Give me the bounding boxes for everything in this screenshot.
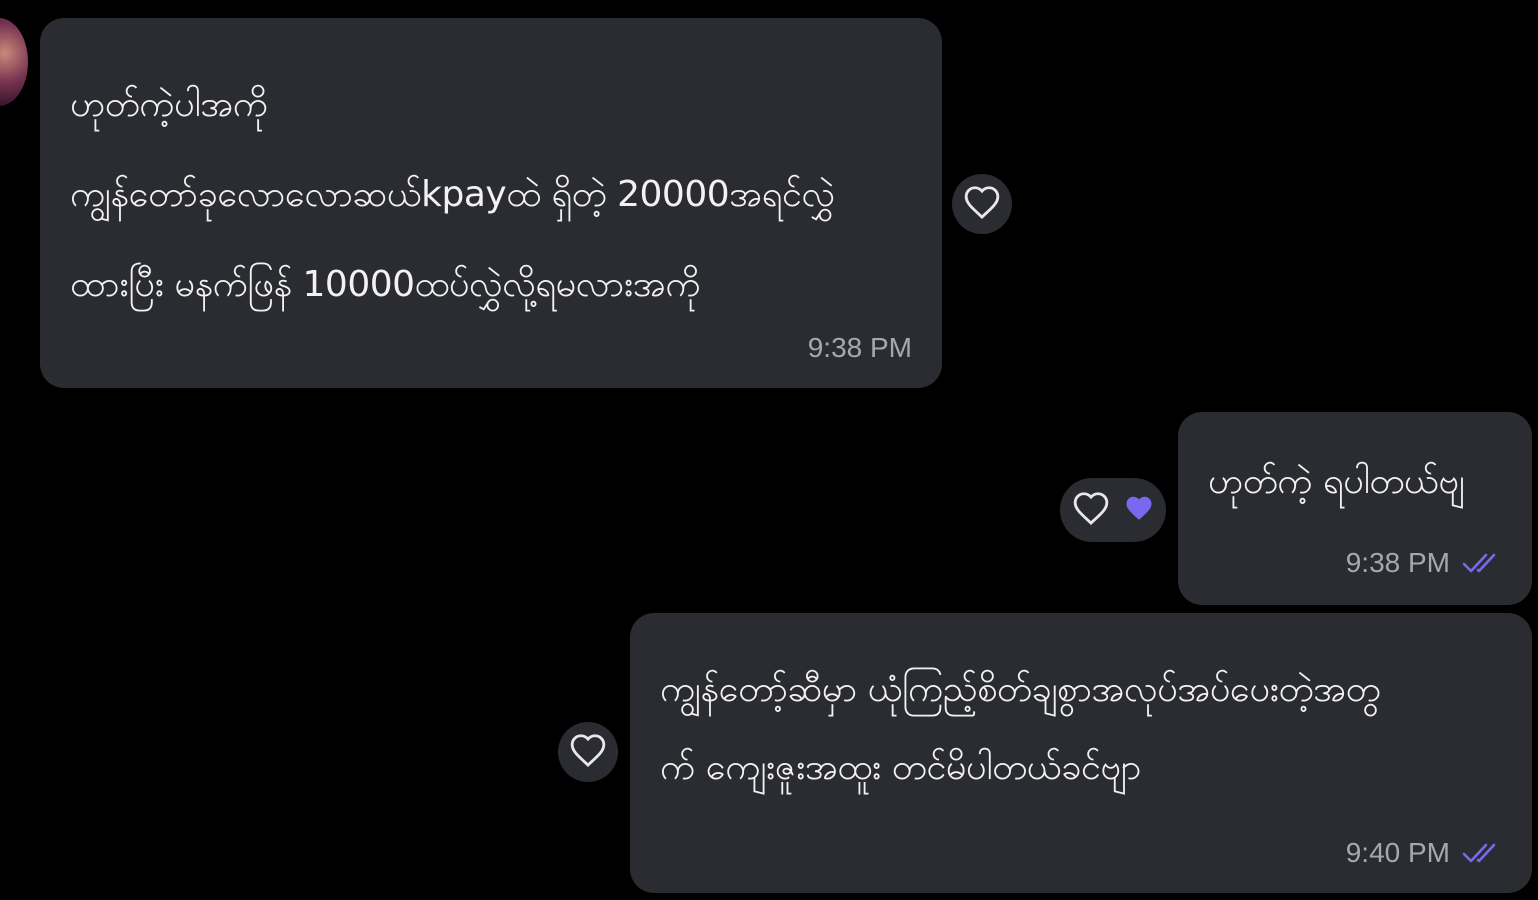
outgoing-message-bubble[interactable]: ကျွန်တော့်ဆီမှာ ယုံကြည့်စိတ်ချစွာအလုပ်အပ… — [630, 613, 1532, 893]
outgoing-message-bubble[interactable]: ဟုတ်ကဲ့ ရပါတယ်ဗျ 9:38 PM — [1178, 412, 1532, 605]
heart-outline-icon — [963, 184, 1001, 224]
message-text-line: ဟုတ်ကဲ့ ရပါတယ်ဗျ — [1208, 461, 1465, 502]
message-meta: 9:38 PM — [808, 332, 912, 364]
heart-filled-icon[interactable] — [1124, 494, 1154, 526]
reaction-pill[interactable] — [1060, 478, 1166, 542]
chat-view: ဟုတ်ကဲ့ပါအကို ကျွန်တော်ခုလောလောဆယ်kpayထဲ… — [0, 0, 1538, 900]
contact-avatar[interactable] — [0, 18, 28, 106]
double-check-icon — [1462, 551, 1502, 575]
double-check-icon — [1462, 841, 1502, 865]
react-button[interactable] — [952, 174, 1012, 234]
react-button[interactable] — [558, 722, 618, 782]
message-text-line: ထားပြီး မနက်ဖြန် 10000ထပ်လွှဲလို့ရမလားအက… — [70, 264, 701, 305]
heart-outline-icon[interactable] — [1072, 490, 1110, 530]
message-timestamp: 9:38 PM — [1345, 547, 1450, 578]
message-text-line: ဟုတ်ကဲ့ပါအကို — [70, 84, 268, 125]
message-timestamp: 9:38 PM — [807, 332, 912, 363]
message-meta: 9:38 PM — [1346, 547, 1502, 579]
heart-outline-icon — [569, 732, 607, 772]
message-meta: 9:40 PM — [1346, 837, 1502, 869]
message-text-line: ကျွန်တော့်ဆီမှာ ယုံကြည့်စိတ်ချစွာအလုပ်အပ… — [660, 669, 1381, 710]
incoming-message-bubble[interactable]: ဟုတ်ကဲ့ပါအကို ကျွန်တော်ခုလောလောဆယ်kpayထဲ… — [40, 18, 942, 388]
message-timestamp: 9:40 PM — [1345, 837, 1450, 868]
message-text-line: က် ကျေးဇူးအထူး တင်မိပါတယ်ခင်ဗျာ — [660, 747, 1141, 788]
message-text-line: ကျွန်တော်ခုလောလောဆယ်kpayထဲ ရှိတဲ့ 20000အ… — [70, 174, 835, 215]
